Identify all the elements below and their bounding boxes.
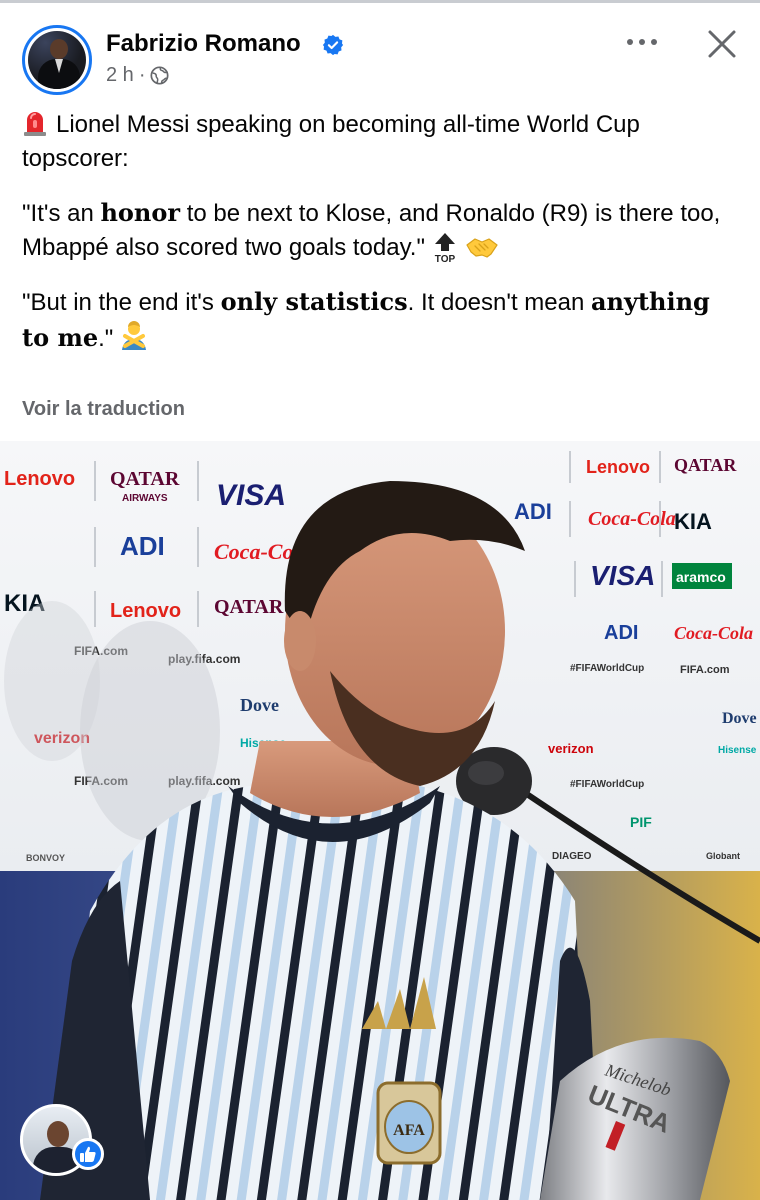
sponsor-cocacola-3: Coca-Cola [674,623,753,643]
sponsor-lenovo-1: Lenovo [4,468,75,490]
post-paragraph-1-text: Lionel Messi speaking on becoming all-ti… [22,111,640,172]
close-icon[interactable] [702,24,742,64]
badge-text: AFA [393,1122,425,1139]
post-paragraph-1: Lionel Messi speaking on becoming all-ti… [22,108,738,176]
sponsor-adi-2: ADI [514,499,552,524]
sponsor-airways-1: AIRWAYS [122,493,168,504]
handshake-emoji [466,238,498,258]
sponsor-aramco-1: aramco [676,569,726,585]
post-time[interactable]: 2 h [106,64,134,87]
post-meta: 2 h · [106,64,170,87]
sponsor-lenovo-2: Lenovo [110,600,181,622]
globe-icon [150,66,170,85]
post-paragraph-3-bold-1: only statistics [220,287,408,316]
post-paragraph-3-seg-5: ." [98,325,114,352]
more-options-icon [627,39,657,45]
more-options-button[interactable] [624,30,660,54]
meta-separator: · [138,64,146,86]
sponsor-verizon-2: verizon [548,741,594,756]
sponsor-adi-1: ADI [120,531,165,561]
verified-badge-icon [322,34,344,56]
post-body: Lionel Messi speaking on becoming all-ti… [22,108,738,376]
sponsor-lenovo-3: Lenovo [586,457,650,477]
sponsor-qatar-3: QATAR [674,455,737,475]
sponsor-globant-1: Globant [706,851,740,861]
sponsor-cocacola-2: Coca-Cola [588,508,676,530]
post-photo[interactable]: Lenovo QATAR AIRWAYS VISA ADI Coca-Cola … [0,441,760,1200]
author-avatar[interactable] [22,25,92,95]
post-paragraph-3-seg-3: . It doesn't mean [407,289,591,316]
sponsor-kia-2: KIA [674,509,712,534]
sponsor-hisense-2: Hisense [718,745,757,756]
see-translation-link[interactable]: Voir la traduction [22,398,185,421]
sponsor-visa-1: VISA [216,479,286,512]
sponsor-worldcup-1: #FIFAWorldCup [570,663,644,674]
post-paragraph-3-seg-1: "But in the end it's [22,289,221,316]
sponsor-fifacom-3: FIFA.com [680,664,730,676]
author-name[interactable]: Fabrizio Romano [106,30,301,58]
post-paragraph-3: "But in the end it's only statistics. It… [22,285,738,356]
sponsor-dove-2: Dove [722,710,757,727]
post-paragraph-2: "It's an honor to be next to Klose, and … [22,196,738,265]
photo-illustration: Lenovo QATAR AIRWAYS VISA ADI Coca-Cola … [0,441,760,1200]
post-paragraph-2-bold: honor [100,198,181,227]
sponsor-adi-3: ADI [604,622,638,644]
sponsor-diageo-1: DIAGEO [552,851,592,862]
post-paragraph-2-seg-1: "It's an [22,200,101,227]
sponsor-qatar-1: QATAR [110,468,180,490]
svg-text:TOP: TOP [435,254,456,263]
like-thumb-icon [80,1146,96,1162]
like-reaction-badge[interactable] [72,1138,104,1170]
sponsor-pif-1: PIF [630,814,652,830]
post-header: Fabrizio Romano 2 h · [0,0,760,100]
sponsor-qatar-2: QATAR [214,596,284,618]
person-gesturing-no-emoji [122,321,147,350]
sponsor-worldcup-2: #FIFAWorldCup [570,779,644,790]
top-arrow-emoji: TOP [435,233,456,263]
sponsor-bonvoy-1: BONVOY [26,853,65,863]
police-light-emoji [24,112,46,136]
sponsor-visa-2: VISA [590,560,655,591]
sponsor-dove-1: Dove [240,695,279,715]
